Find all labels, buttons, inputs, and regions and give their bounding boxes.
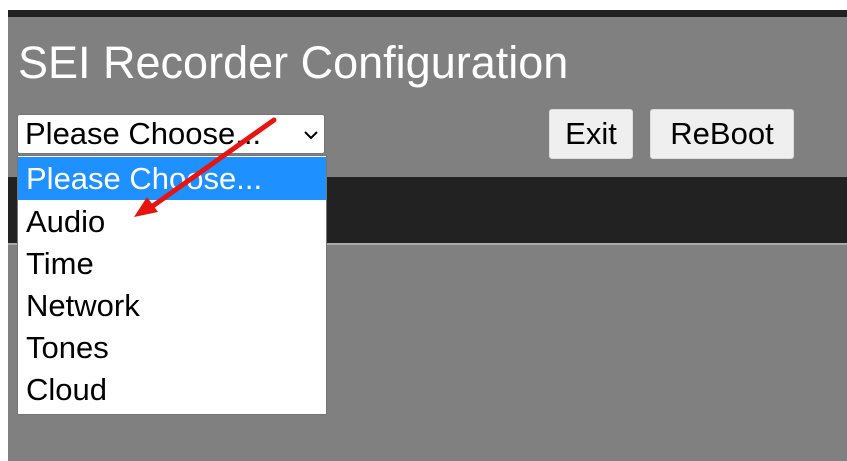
chevron-down-icon [304, 131, 318, 140]
top-bar [8, 10, 847, 17]
option-time[interactable]: Time [18, 242, 326, 285]
option-network[interactable]: Network [18, 284, 326, 327]
reboot-button[interactable]: ReBoot [650, 109, 794, 159]
option-audio[interactable]: Audio [18, 200, 326, 243]
option-cloud[interactable]: Cloud [18, 368, 326, 411]
option-tones[interactable]: Tones [18, 326, 326, 369]
option-please-choose[interactable]: Please Choose... [18, 157, 326, 200]
menu-select-value: Please Choose... [25, 116, 262, 151]
exit-button[interactable]: Exit [549, 109, 633, 159]
menu-select[interactable]: Please Choose... [17, 114, 325, 154]
menu-dropdown-list[interactable]: Please Choose... Audio Time Network Tone… [17, 155, 327, 415]
page-title: SEI Recorder Configuration [18, 37, 569, 88]
